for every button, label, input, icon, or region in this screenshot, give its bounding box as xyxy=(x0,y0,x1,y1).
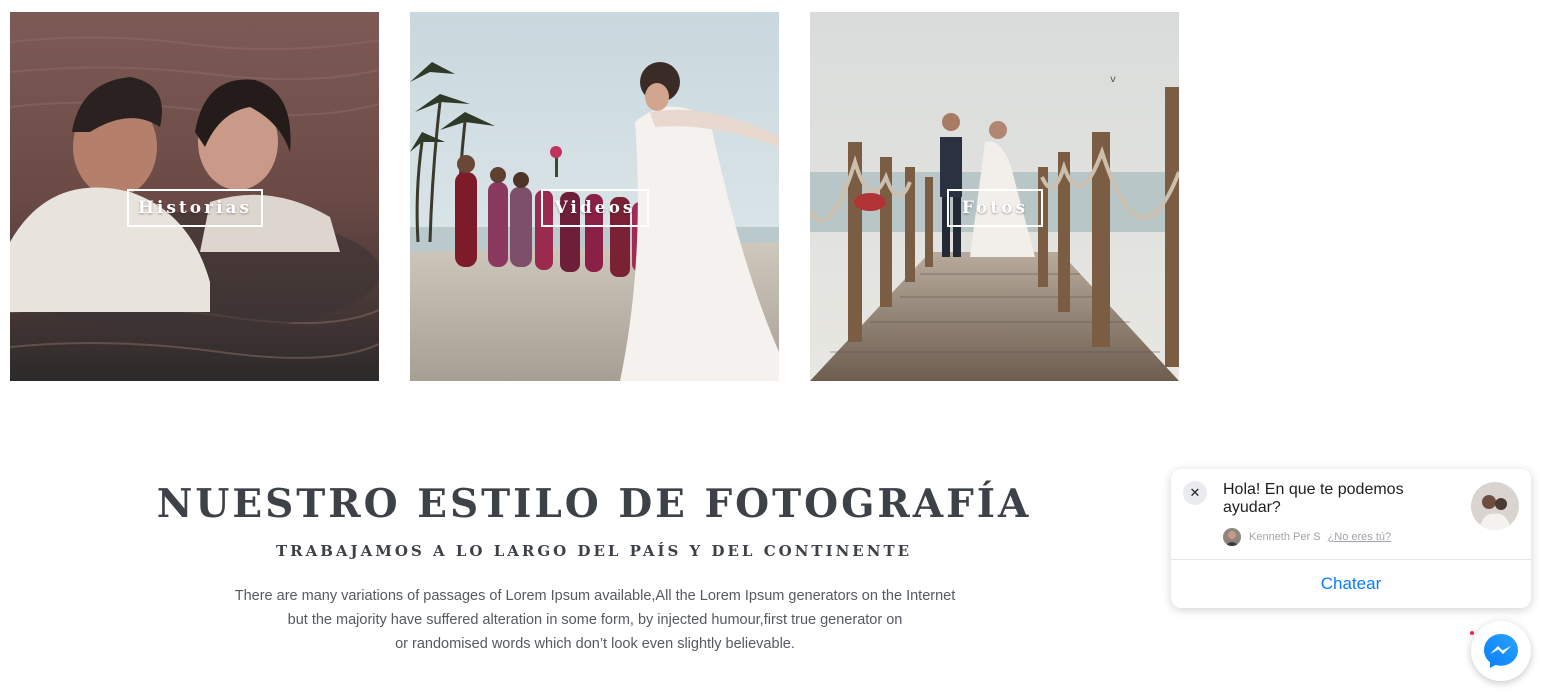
tile-videos[interactable]: Videos xyxy=(410,12,779,381)
section-subtitle: TRABAJAMOS A LO LARGO DEL PAÍS Y DEL CON… xyxy=(275,542,913,560)
not-you-link[interactable]: ¿No eres tú? xyxy=(1328,531,1392,543)
tile-label[interactable]: Fotos xyxy=(947,189,1043,227)
chat-start-button[interactable]: Chatear xyxy=(1171,560,1531,608)
tile-historias[interactable]: Historias xyxy=(10,12,379,381)
chat-popup: ✕ Hola! En que te podemos ayudar? Kennet… xyxy=(1171,469,1531,608)
section-title: NUESTRO ESTILO DE FOTOGRAFÍA xyxy=(156,481,1032,527)
section-body: There are many variations of passages of… xyxy=(200,584,990,656)
tile-fotos[interactable]: v Fotos xyxy=(810,12,1179,381)
agent-avatar xyxy=(1223,528,1241,546)
body-line: or randomised words which don’t look eve… xyxy=(395,636,795,652)
messenger-button[interactable] xyxy=(1471,621,1531,681)
svg-text:v: v xyxy=(1110,74,1116,85)
agent-name: Kenneth Per S xyxy=(1249,531,1321,543)
body-line: There are many variations of passages of… xyxy=(234,588,956,604)
body-line: but the majority have suffered alteratio… xyxy=(287,612,903,628)
tile-label[interactable]: Historias xyxy=(127,189,263,227)
tile-label[interactable]: Videos xyxy=(541,189,649,227)
close-icon[interactable]: ✕ xyxy=(1183,481,1207,505)
chat-agent-meta: Kenneth Per S ¿No eres tú? xyxy=(1223,527,1391,547)
notification-dot xyxy=(1470,631,1474,635)
tile-underline xyxy=(183,225,205,227)
page-avatar xyxy=(1471,482,1519,530)
chat-greeting: Hola! En que te podemos ayudar? xyxy=(1223,481,1404,516)
messenger-icon xyxy=(1484,634,1518,668)
